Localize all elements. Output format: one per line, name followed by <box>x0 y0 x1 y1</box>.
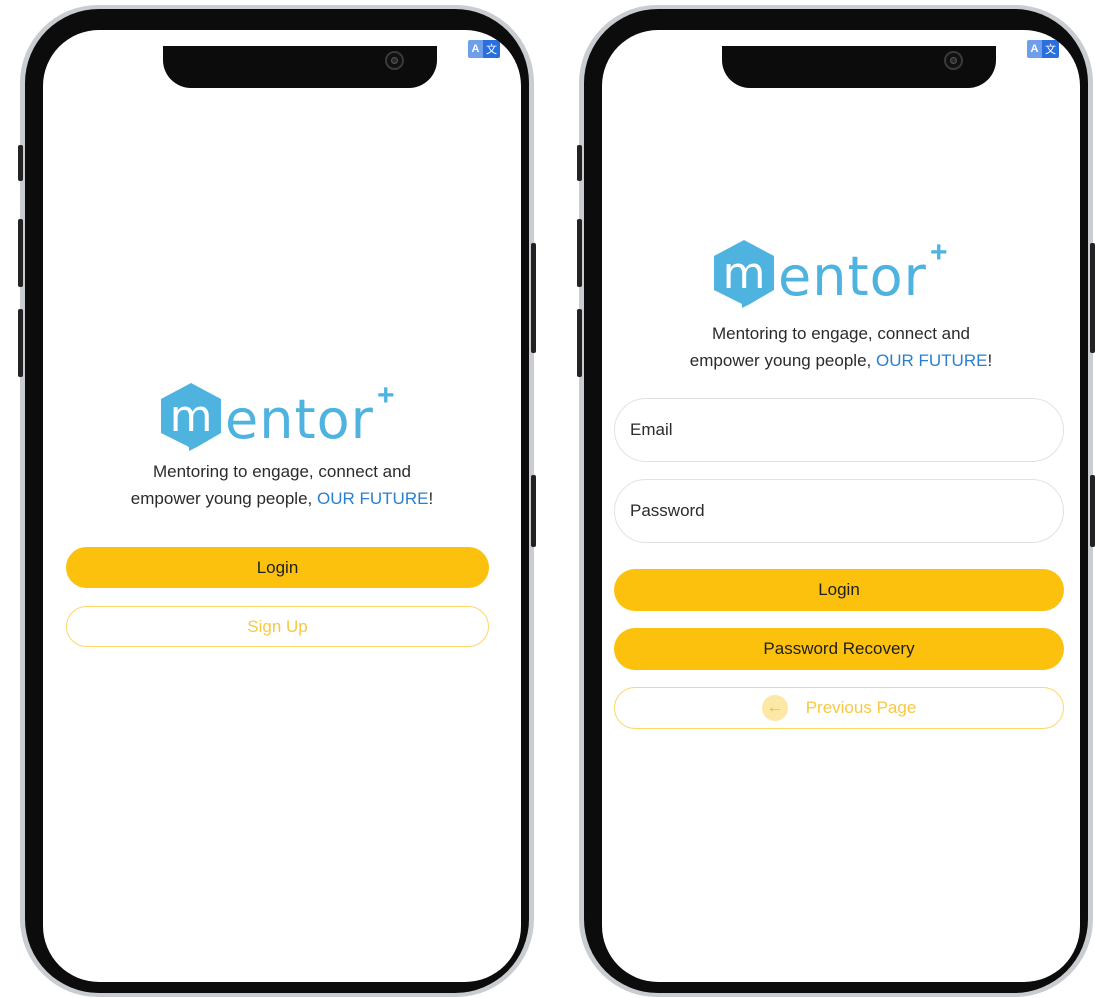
translate-left-glyph: A <box>1027 40 1042 58</box>
tagline-suffix: ! <box>428 489 434 508</box>
tagline-line1: Mentoring to engage, connect and <box>152 462 412 481</box>
password-placeholder: Password <box>630 501 705 520</box>
login-button[interactable]: Login <box>614 569 1064 611</box>
phone-login: A 文 m entor + Mentoring to engage, conne… <box>577 5 1095 997</box>
volume-down-button <box>577 309 582 377</box>
translate-left-glyph: A <box>468 40 483 58</box>
tagline-highlight: OUR FUTURE <box>317 489 429 508</box>
logo-hexagon-icon: m <box>161 383 221 451</box>
tagline-prefix: empower young people, <box>689 351 872 370</box>
login-button-label: Login <box>256 557 299 577</box>
side-button-lower <box>1090 475 1095 547</box>
arrow-left-icon: ← <box>761 695 788 721</box>
svg-text:m: m <box>723 248 766 299</box>
logo-plus: + <box>377 379 395 412</box>
power-button <box>531 243 536 353</box>
camera-icon <box>385 51 404 70</box>
phone-bezel: A 文 m entor + Mentoring to engage, conne… <box>25 9 529 993</box>
tagline: Mentoring to engage, connect and empower… <box>43 458 521 512</box>
password-recovery-label: Password Recovery <box>763 639 915 658</box>
camera-icon <box>944 51 963 70</box>
volume-up-button <box>577 219 582 287</box>
phone-welcome: A 文 m entor + Mentoring to engage, conne… <box>18 5 536 997</box>
side-button-lower <box>531 475 536 547</box>
tagline-highlight: OUR FUTURE <box>876 351 988 370</box>
svg-text:m: m <box>170 391 213 442</box>
password-recovery-button[interactable]: Password Recovery <box>614 628 1064 670</box>
translate-icon[interactable]: A 文 <box>468 40 500 58</box>
signup-button-label: Sign Up <box>247 616 308 636</box>
translate-icon[interactable]: A 文 <box>1027 40 1059 58</box>
logo-wordmark: entor <box>225 388 374 451</box>
volume-down-button <box>18 309 23 377</box>
login-button[interactable]: Login <box>66 547 489 588</box>
translate-right-glyph: 文 <box>1042 40 1059 58</box>
mentor-logo: m entor + <box>159 381 409 451</box>
power-button <box>1090 243 1095 353</box>
password-field[interactable]: Password <box>614 479 1064 543</box>
silent-switch <box>18 145 23 181</box>
phone-bezel: A 文 m entor + Mentoring to engage, conne… <box>584 9 1088 993</box>
logo-plus: + <box>930 236 948 269</box>
login-button-label: Login <box>818 580 860 599</box>
previous-page-button[interactable]: ← Previous Page <box>614 687 1064 729</box>
email-placeholder: Email <box>630 420 673 439</box>
tagline-line2: empower young people, OUR FUTURE! <box>602 347 1080 374</box>
email-field[interactable]: Email <box>614 398 1064 462</box>
tagline-suffix: ! <box>987 351 993 370</box>
mentor-logo: m entor + <box>712 238 962 308</box>
welcome-screen: A 文 m entor + Mentoring to engage, conne… <box>43 30 521 982</box>
signup-button[interactable]: Sign Up <box>66 606 489 647</box>
volume-up-button <box>18 219 23 287</box>
tagline-line1: Mentoring to engage, connect and <box>711 324 971 343</box>
tagline-line2: empower young people, OUR FUTURE! <box>43 485 521 512</box>
silent-switch <box>577 145 582 181</box>
login-screen: A 文 m entor + Mentoring to engage, conne… <box>602 30 1080 982</box>
logo-wordmark: entor <box>778 245 927 308</box>
tagline: Mentoring to engage, connect and empower… <box>602 320 1080 374</box>
previous-page-label: Previous Page <box>805 698 917 717</box>
translate-right-glyph: 文 <box>483 40 500 58</box>
logo-hexagon-icon: m <box>714 240 774 308</box>
tagline-prefix: empower young people, <box>130 489 313 508</box>
